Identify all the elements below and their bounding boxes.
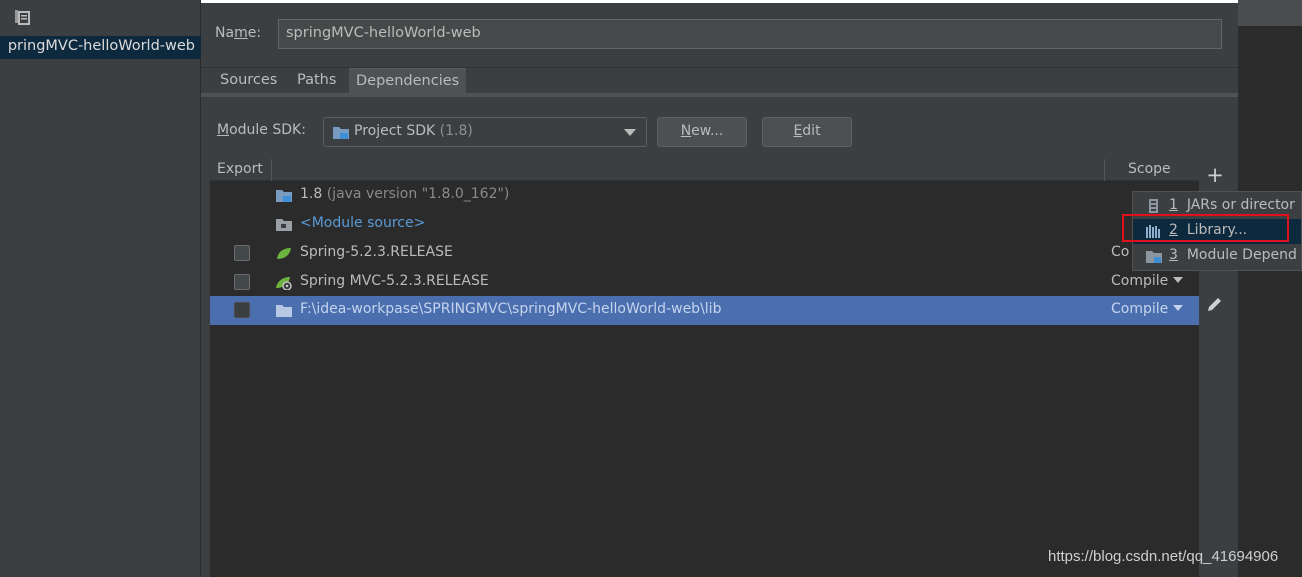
module-source-icon — [275, 217, 293, 232]
spring-leaf-icon — [275, 246, 293, 261]
module-list-panel — [0, 0, 201, 577]
pencil-icon[interactable] — [1205, 294, 1225, 314]
jar-icon — [1145, 198, 1163, 214]
menu-item-number: 1 — [1169, 197, 1178, 213]
jdk-folder-icon — [275, 188, 293, 203]
column-header-export[interactable]: Export — [217, 161, 263, 177]
copy-icon[interactable] — [14, 9, 30, 25]
tab-paths[interactable]: Paths — [290, 68, 343, 95]
column-header-scope[interactable]: Scope — [1128, 161, 1171, 177]
chevron-down-icon — [624, 129, 636, 136]
menu-item-module-dependency[interactable]: 3 Module Depend — [1133, 244, 1301, 269]
scope-dropdown[interactable]: Compile — [1111, 301, 1184, 317]
export-checkbox[interactable] — [234, 274, 250, 290]
scope-value: Compile — [1111, 301, 1169, 317]
scope-dropdown[interactable]: Compile — [1111, 273, 1184, 289]
export-checkbox[interactable] — [234, 302, 250, 318]
module-folder-icon — [1145, 248, 1163, 264]
module-sdk-label: Module SDK: — [217, 122, 306, 138]
scope-value: Compile — [1111, 273, 1169, 289]
tab-sources[interactable]: Sources — [213, 68, 284, 95]
jdk-folder-icon — [332, 125, 350, 140]
export-checkbox[interactable] — [234, 245, 250, 261]
menu-item-label: JARs or director — [1186, 197, 1295, 213]
name-label: Name: — [215, 25, 262, 41]
dependency-name: 1.8 — [300, 186, 323, 202]
sdk-value: Project SDK — [354, 123, 436, 139]
table-row[interactable]: Spring MVC-5.2.3.RELEASE Compile — [210, 268, 1199, 297]
dependency-name: Spring MVC-5.2.3.RELEASE — [300, 273, 489, 289]
column-separator — [271, 159, 272, 181]
dependency-detail: (java version "1.8.0_162") — [326, 186, 510, 202]
menu-item-label: Module Depend — [1186, 247, 1297, 263]
table-header — [210, 159, 1199, 181]
module-sdk-dropdown[interactable]: Project SDK (1.8) — [323, 117, 647, 147]
background-editor-strip — [1238, 26, 1302, 577]
table-row[interactable]: Spring-5.2.3.RELEASE Co — [210, 239, 1199, 268]
add-icon[interactable]: + — [1206, 164, 1224, 186]
sdk-version: (1.8) — [439, 123, 473, 139]
dependency-name: Spring-5.2.3.RELEASE — [300, 244, 453, 260]
table-row[interactable]: <Module source> — [210, 210, 1199, 239]
chevron-down-icon — [1173, 277, 1184, 283]
new-sdk-button[interactable]: New... — [657, 117, 747, 147]
edit-sdk-button[interactable]: Edit — [762, 117, 852, 147]
module-list-item-label: pringMVC-helloWorld-web — [7, 38, 195, 54]
column-separator — [1104, 159, 1105, 181]
table-row[interactable]: 1.8 (java version "1.8.0_162") — [210, 181, 1199, 210]
dependency-name: <Module source> — [300, 215, 426, 231]
folder-icon — [275, 303, 293, 318]
background-window-strip — [1238, 0, 1302, 26]
scope-value[interactable]: Co — [1111, 244, 1129, 260]
window-top-edge — [201, 0, 1238, 3]
table-row-selected[interactable]: F:\idea-workpase\SPRINGMVC\springMVC-hel… — [210, 296, 1199, 325]
menu-item-number: 3 — [1169, 247, 1178, 263]
tab-dependencies[interactable]: Dependencies — [349, 68, 467, 95]
annotation-highlight-box — [1122, 214, 1289, 242]
spring-mvc-icon — [275, 275, 293, 291]
watermark: https://blog.csdn.net/qq_41694906 — [1048, 548, 1279, 565]
module-list-item[interactable]: pringMVC-helloWorld-web — [0, 36, 201, 59]
dependency-name: F:\idea-workpase\SPRINGMVC\springMVC-hel… — [300, 301, 722, 317]
name-input[interactable]: springMVC-helloWorld-web — [278, 19, 1222, 49]
chevron-down-icon — [1173, 305, 1184, 311]
